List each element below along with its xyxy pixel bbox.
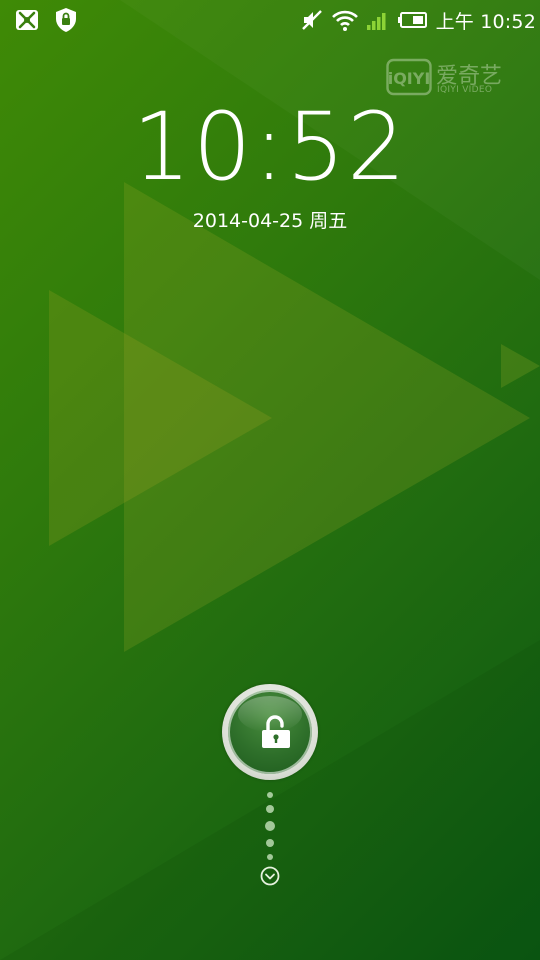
- chevron-down-circle-icon: [260, 866, 280, 886]
- unlock-button[interactable]: [222, 684, 318, 780]
- bg-play-triangle-tiny: [501, 344, 540, 388]
- shield-lock-icon: [54, 7, 78, 33]
- lock-date: 2014-04-25 周五: [192, 210, 348, 232]
- swipe-hint-dot: [266, 805, 274, 813]
- iqiyi-logo-icon: iQIYI: [386, 58, 432, 96]
- battery-icon: [397, 10, 428, 30]
- brand-watermark: iQIYI 爱奇艺 IQIYI VIDEO: [386, 58, 516, 98]
- swipe-hint-dot: [267, 854, 273, 860]
- wifi-icon: [331, 8, 358, 32]
- status-bar: 上午 10:52: [0, 0, 540, 40]
- swipe-hint-dot: [266, 839, 274, 847]
- brand-subtitle: IQIYI VIDEO: [437, 85, 493, 95]
- mute-icon: [300, 8, 324, 32]
- unlock-button-face[interactable]: [228, 690, 312, 774]
- swipe-hint-dot: [267, 792, 273, 798]
- lock-clock: 10:52: [132, 93, 408, 202]
- status-bar-time: 上午 10:52: [435, 10, 536, 33]
- app-cat-icon: [14, 7, 40, 33]
- unlock-padlock-icon: [262, 715, 290, 748]
- brand-logo-text: iQIYI: [388, 69, 431, 88]
- signal-icon: [366, 9, 390, 31]
- lock-screen: 上午 10:52 iQIYI 爱奇艺 IQIYI VIDEO 10:52 201…: [0, 0, 540, 960]
- status-bar-left: [14, 7, 78, 33]
- swipe-hint-dot: [265, 821, 275, 831]
- status-bar-right: 上午 10:52: [300, 5, 536, 35]
